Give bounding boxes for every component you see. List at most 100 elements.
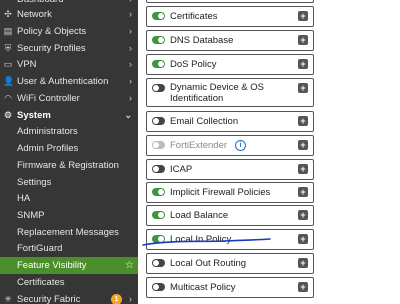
sidebar-subitem-label: HA xyxy=(17,193,31,204)
sidebar-subitem-administrators[interactable]: Administrators xyxy=(0,123,138,140)
feature-card-local-out-routing: Local Out Routing + xyxy=(146,253,314,274)
sidebar-item-security-profiles[interactable]: ⛨ Security Profiles › xyxy=(0,40,138,57)
sidebar-subitem-label: Firmware & Registration xyxy=(17,160,119,171)
sidebar-item-label: User & Authentication xyxy=(17,76,109,87)
feature-toggle[interactable] xyxy=(152,259,165,267)
feature-toggle[interactable] xyxy=(152,283,165,291)
expand-plus-icon[interactable]: + xyxy=(298,11,308,21)
sidebar-item-label: Security Profiles xyxy=(17,43,86,54)
sidebar-item-label: System xyxy=(17,110,51,121)
chevron-right-icon: › xyxy=(129,26,132,36)
feature-label: Local Out Routing xyxy=(170,258,247,269)
sidebar-item-user-authentication[interactable]: 👤 User & Authentication › xyxy=(0,73,138,90)
chevron-down-icon: ⌄ xyxy=(124,110,132,120)
expand-plus-icon[interactable]: + xyxy=(298,35,308,45)
chevron-right-icon: › xyxy=(129,93,132,103)
feature-toggle[interactable] xyxy=(152,235,165,243)
expand-plus-icon[interactable]: + xyxy=(298,59,308,69)
chevron-right-icon: › xyxy=(129,9,132,19)
feature-label: Certificates xyxy=(170,11,218,22)
network-icon: ✣ xyxy=(4,9,12,19)
sidebar-item-label: Security Fabric xyxy=(17,294,81,304)
user-icon: 👤 xyxy=(3,76,15,86)
sidebar-subitem-label: Administrators xyxy=(17,126,78,137)
sidebar-subitem-label: Admin Profiles xyxy=(17,143,79,154)
feature-card-icap: ICAP + xyxy=(146,159,314,180)
expand-plus-icon[interactable]: + xyxy=(298,187,308,197)
sidebar-subitem-label: Settings xyxy=(17,177,52,188)
sidebar-item-vpn[interactable]: ▭ VPN › xyxy=(0,56,138,73)
sidebar-subitem-ha[interactable]: HA xyxy=(0,190,138,207)
sidebar-item-policy-objects[interactable]: ▤ Policy & Objects › xyxy=(0,23,138,40)
feature-card-dns-database: DNS Database + xyxy=(146,30,314,51)
expand-plus-icon[interactable]: + xyxy=(298,258,308,268)
feature-card-multicast-policy: Multicast Policy + xyxy=(146,277,314,298)
sidebar-subitem-replacement-messages[interactable]: Replacement Messages xyxy=(0,224,138,241)
sidebar-subitem-certificates[interactable]: Certificates xyxy=(0,274,138,291)
security-fabric-icon: ✳ xyxy=(4,294,12,304)
sidebar-subitem-label: Replacement Messages xyxy=(17,227,119,238)
policy-icon: ▤ xyxy=(3,26,13,36)
feature-card-implicit-firewall-policies: Implicit Firewall Policies + xyxy=(146,182,314,203)
feature-card-fortiextender: FortiExtender i + xyxy=(146,135,314,156)
feature-toggle[interactable] xyxy=(152,165,165,173)
wifi-icon: ◠ xyxy=(4,93,12,103)
sidebar-item-network[interactable]: ✣ Network › xyxy=(0,6,138,23)
sidebar-subitem-label: SNMP xyxy=(17,210,45,221)
sidebar-item-security-fabric[interactable]: ✳ Security Fabric 1 › xyxy=(0,291,138,304)
sidebar-subitem-admin-profiles[interactable]: Admin Profiles xyxy=(0,140,138,157)
feature-toggle[interactable] xyxy=(152,141,165,149)
expand-plus-icon[interactable]: + xyxy=(298,164,308,174)
feature-card-certificates: Certificates + xyxy=(146,6,314,27)
sidebar-subitem-feature-visibility[interactable]: Feature Visibility ☆ xyxy=(0,257,138,274)
shield-icon: ⛨ xyxy=(4,43,12,53)
feature-visibility-panel: Certificates + DNS Database + DoS Policy… xyxy=(138,0,400,304)
sidebar-subitem-snmp[interactable]: SNMP xyxy=(0,207,138,224)
feature-toggle[interactable] xyxy=(152,188,165,196)
sidebar-item-label: WiFi Controller xyxy=(17,93,80,104)
expand-plus-icon[interactable]: + xyxy=(298,234,308,244)
gear-icon: ⚙ xyxy=(3,110,13,120)
sidebar-item-label: Policy & Objects xyxy=(17,26,87,37)
feature-card-local-in-policy: Local In Policy + xyxy=(146,229,314,250)
chevron-right-icon: › xyxy=(129,59,132,69)
sidebar-item-label: VPN xyxy=(17,59,37,70)
feature-label: Email Collection xyxy=(170,116,239,127)
chevron-right-icon: › xyxy=(129,43,132,53)
feature-label: DNS Database xyxy=(170,35,234,46)
expand-plus-icon[interactable]: + xyxy=(298,116,308,126)
sidebar-subitem-settings[interactable]: Settings xyxy=(0,174,138,191)
feature-toggle[interactable] xyxy=(152,117,165,125)
expand-plus-icon[interactable]: + xyxy=(298,282,308,292)
feature-toggle[interactable] xyxy=(152,211,165,219)
vpn-icon: ▭ xyxy=(3,59,13,69)
sidebar-subitem-label: Feature Visibility xyxy=(17,260,87,271)
feature-card-load-balance: Load Balance + xyxy=(146,205,314,226)
notification-badge: 1 xyxy=(111,294,122,304)
feature-toggle[interactable] xyxy=(152,36,165,44)
feature-card-clipped xyxy=(146,0,314,3)
sidebar-item-wifi-controller[interactable]: ◠ WiFi Controller › xyxy=(0,90,138,107)
sidebar-subitem-firmware-registration[interactable]: Firmware & Registration xyxy=(0,157,138,174)
expand-plus-icon[interactable]: + xyxy=(298,210,308,220)
info-icon[interactable]: i xyxy=(235,140,246,151)
feature-label: Local In Policy xyxy=(170,234,232,245)
expand-plus-icon[interactable]: + xyxy=(298,140,308,150)
star-icon[interactable]: ☆ xyxy=(125,257,134,274)
feature-toggle[interactable] xyxy=(152,84,165,92)
sidebar-subitem-fortiguard[interactable]: FortiGuard xyxy=(0,240,138,257)
expand-plus-icon[interactable]: + xyxy=(298,83,308,93)
chevron-right-icon: › xyxy=(129,294,132,304)
sidebar-item-system[interactable]: ⚙ System ⌄ xyxy=(0,107,138,124)
feature-label: DoS Policy xyxy=(170,59,217,70)
feature-card-dynamic-device-os-identification: Dynamic Device & OS Identification + xyxy=(146,78,314,107)
feature-toggle[interactable] xyxy=(152,12,165,20)
chevron-right-icon: › xyxy=(129,76,132,86)
feature-label: Load Balance xyxy=(170,210,229,221)
feature-toggle[interactable] xyxy=(152,60,165,68)
feature-card-email-collection: Email Collection + xyxy=(146,111,314,132)
sidebar-subitem-label: FortiGuard xyxy=(17,243,63,254)
sidebar: ◔ Dashboard › ✣ Network › ▤ Policy & Obj… xyxy=(0,0,138,304)
feature-label: Dynamic Device & OS Identification xyxy=(170,82,264,104)
feature-label: ICAP xyxy=(170,164,193,175)
